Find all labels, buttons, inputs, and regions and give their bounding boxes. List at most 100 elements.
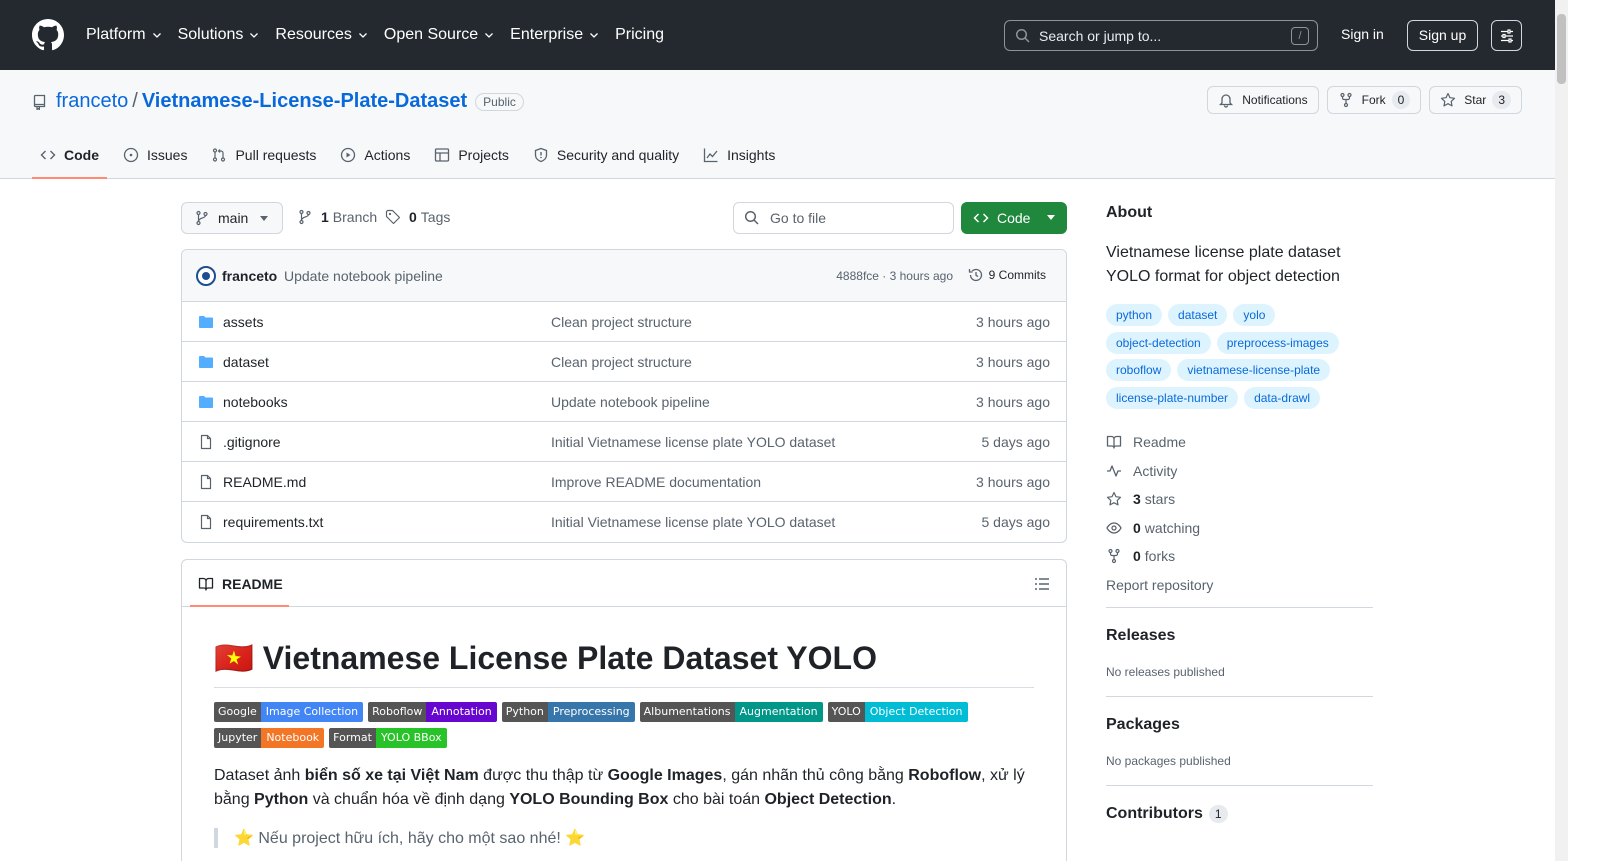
topic-tag[interactable]: roboflow <box>1106 359 1172 381</box>
tab-projects[interactable]: Projects <box>426 135 517 175</box>
branches-link[interactable]: 1 Branch <box>297 209 377 225</box>
releases-heading[interactable]: Releases <box>1106 627 1373 645</box>
table-row[interactable]: dataset Clean project structure 3 hours ag… <box>182 342 1066 382</box>
fork-button[interactable]: Fork 0 <box>1326 86 1422 114</box>
file-commit-message-link[interactable]: Clean project structure <box>551 354 692 370</box>
report-repository-link[interactable]: Report repository <box>1106 571 1213 600</box>
global-search-input[interactable]: Search or jump to... / <box>1004 20 1318 51</box>
badge-label: Jupyter <box>214 728 262 748</box>
text: Dataset ảnh <box>214 767 305 784</box>
badge-row: Google Image Collection Roboflow Annotation… <box>214 702 1034 754</box>
contributors-heading[interactable]: Contributors 1 <box>1106 805 1373 823</box>
topic-tag[interactable]: dataset <box>1168 304 1228 326</box>
file-commit-age: 3 hours ago <box>976 314 1050 330</box>
tab-security[interactable]: Security and quality <box>525 135 687 175</box>
emphasis: Object Detection <box>764 791 892 808</box>
readme-link[interactable]: Readme <box>1106 428 1213 457</box>
nav-open-source[interactable]: Open Source <box>384 26 495 44</box>
topic-tag[interactable]: license-plate-number <box>1106 386 1239 409</box>
about-description: Vietnamese license plate dataset YOLO fo… <box>1106 244 1341 285</box>
packages-heading[interactable]: Packages <box>1106 716 1373 734</box>
readme-quote: ⭐ Nếu project hữu ích, hãy cho một sao n… <box>214 828 1034 848</box>
badge-label: Albumentations <box>639 702 735 722</box>
notifications-button[interactable]: Notifications <box>1207 86 1319 114</box>
table-row[interactable]: README.md Improve README documentation 3 h… <box>182 462 1066 502</box>
page-scrollbar[interactable] <box>1555 0 1568 861</box>
tab-label: Insights <box>727 147 776 163</box>
commits-link[interactable]: 9 Commits <box>968 267 1046 283</box>
tab-pull-requests[interactable]: Pull requests <box>203 135 324 175</box>
star-button[interactable]: Star 3 <box>1429 86 1522 114</box>
table-icon <box>435 148 450 162</box>
avatar[interactable] <box>196 266 216 286</box>
activity-link[interactable]: Activity <box>1106 457 1213 486</box>
list-icon[interactable] <box>1034 576 1050 592</box>
tab-insights[interactable]: Insights <box>695 135 783 175</box>
badge[interactable]: Python Preprocessing <box>501 702 635 722</box>
tab-label: Security and quality <box>556 147 680 163</box>
menu-button[interactable] <box>1491 20 1522 51</box>
badge[interactable]: Roboflow Annotation <box>368 702 497 722</box>
topic-tag[interactable]: python <box>1106 304 1163 326</box>
repo-name-link[interactable]: Vietnamese-License-Plate-Dataset <box>142 90 467 113</box>
topic-tag[interactable]: object-detection <box>1106 331 1211 354</box>
nav-resources[interactable]: Resources <box>275 26 368 44</box>
branch-selector[interactable]: main <box>181 202 283 234</box>
sign-up-button[interactable]: Sign up <box>1407 20 1478 51</box>
file-commit-message-link[interactable]: Clean project structure <box>551 314 692 330</box>
topic-tag[interactable]: preprocess-images <box>1216 331 1339 354</box>
tags-link[interactable]: 0 Tags <box>385 209 450 225</box>
file-name-link[interactable]: .gitignore <box>223 434 281 450</box>
file-name-link[interactable]: assets <box>223 314 263 330</box>
fork-label: Fork <box>1361 93 1386 107</box>
badge[interactable]: Jupyter Notebook <box>214 728 325 748</box>
table-row[interactable]: assets Clean project structure 3 hours ago <box>182 302 1066 342</box>
badge[interactable]: Albumentations Augmentation <box>639 702 823 722</box>
emphasis: Roboflow <box>908 767 982 784</box>
table-row[interactable]: .gitignore Initial Vietnamese license pla… <box>182 422 1066 462</box>
tab-actions[interactable]: Actions <box>332 135 418 175</box>
topic-tag[interactable]: yolo <box>1233 304 1276 326</box>
commit-author-link[interactable]: franceto <box>222 268 277 284</box>
go-to-file-input[interactable]: Go to file <box>733 202 954 234</box>
nav-pricing[interactable]: Pricing <box>615 26 664 44</box>
topic-tag[interactable]: data-drawl <box>1244 386 1321 409</box>
github-logo-icon[interactable] <box>32 19 64 51</box>
file-commit-message-link[interactable]: Initial Vietnamese license plate YOLO da… <box>551 434 835 450</box>
commit-message-link[interactable]: Update notebook pipeline <box>284 268 443 284</box>
forks-label: forks <box>1144 548 1176 565</box>
tab-label: Actions <box>364 147 411 163</box>
nav-platform[interactable]: Platform <box>86 26 163 44</box>
file-name-link[interactable]: dataset <box>223 354 269 370</box>
branch-icon <box>299 209 311 225</box>
scrollbar-thumb[interactable] <box>1557 14 1566 84</box>
sign-in-link[interactable]: Sign in <box>1341 26 1384 42</box>
readme-tab[interactable]: README <box>198 576 283 592</box>
nav-enterprise[interactable]: Enterprise <box>510 26 600 44</box>
table-row[interactable]: notebooks Update notebook pipeline 3 hours… <box>182 382 1066 422</box>
file-name-link[interactable]: README.md <box>223 474 306 490</box>
file-commit-message-link[interactable]: Improve README documentation <box>551 474 761 490</box>
file-commit-age: 3 hours ago <box>976 394 1050 410</box>
badge[interactable]: YOLO Object Detection <box>827 702 968 722</box>
badge[interactable]: Format YOLO BBox <box>329 728 447 748</box>
file-commit-message-link[interactable]: Update notebook pipeline <box>551 394 710 410</box>
readme-link-label: Readme <box>1133 434 1186 451</box>
tab-code[interactable]: Code <box>32 135 107 179</box>
file-name-link[interactable]: requirements.txt <box>223 514 323 530</box>
table-row[interactable]: requirements.txt Initial Vietnamese licen… <box>182 502 1066 542</box>
commit-sha-time[interactable]: 4888fce · 3 hours ago <box>836 269 953 283</box>
stars-link[interactable]: 3 stars <box>1106 485 1213 514</box>
watching-link[interactable]: 0 watching <box>1106 514 1213 543</box>
topic-tag[interactable]: vietnamese-license-plate <box>1177 359 1331 381</box>
play-icon <box>341 147 356 163</box>
tab-issues[interactable]: Issues <box>115 135 195 175</box>
nav-solutions[interactable]: Solutions <box>178 26 261 44</box>
badge[interactable]: Google Image Collection <box>214 702 364 722</box>
repo-owner-link[interactable]: franceto <box>56 90 128 113</box>
stars-label: stars <box>1144 491 1176 508</box>
code-dropdown-button[interactable]: Code <box>961 202 1067 234</box>
forks-link[interactable]: 0 forks <box>1106 542 1213 571</box>
file-name-link[interactable]: notebooks <box>223 394 288 410</box>
file-commit-message-link[interactable]: Initial Vietnamese license plate YOLO da… <box>551 514 835 530</box>
